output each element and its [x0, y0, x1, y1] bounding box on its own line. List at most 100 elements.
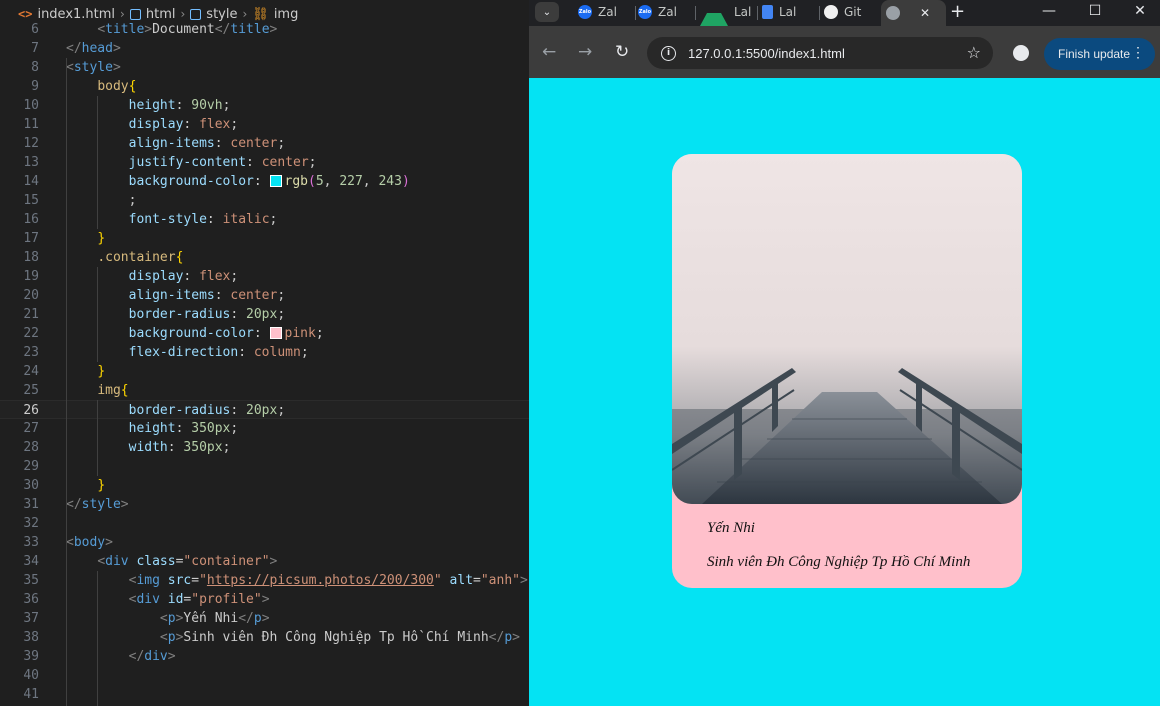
menu-dots-icon[interactable]: ⋮ — [1131, 44, 1145, 61]
code-text[interactable]: display: flex; — [66, 115, 239, 134]
code-line[interactable]: 35 <img src="https://picsum.photos/200/3… — [0, 571, 529, 590]
code-line[interactable]: 30 } — [0, 476, 529, 495]
code-text[interactable]: body{ — [66, 77, 136, 96]
bookmark-star-icon[interactable]: ☆ — [967, 43, 981, 62]
indent-guide — [97, 96, 98, 229]
code-lines[interactable]: 6 <title>Document</title> 7 </head> 8 <style… — [0, 20, 529, 704]
code-text[interactable]: <style> — [66, 58, 121, 77]
browser-tab[interactable]: Lal — [695, 0, 758, 26]
code-text[interactable]: ; — [66, 191, 137, 210]
code-text[interactable]: align-items: center; — [66, 134, 286, 153]
code-text[interactable]: </div> — [66, 647, 176, 666]
code-text[interactable]: border-radius: 20px; — [66, 401, 286, 420]
forward-button[interactable]: → — [578, 42, 592, 62]
line-number: 16 — [23, 212, 39, 227]
code-text[interactable]: justify-content: center; — [66, 153, 317, 172]
code-line[interactable]: 32 — [0, 514, 529, 533]
code-line[interactable]: 39 </div> — [0, 647, 529, 666]
code-line[interactable]: 9 body{ — [0, 77, 529, 96]
browser-tab[interactable]: ✕ — [881, 0, 946, 26]
code-line[interactable]: 41 — [0, 685, 529, 704]
code-line[interactable]: 23 flex-direction: column; — [0, 343, 529, 362]
code-line[interactable]: 37 <p>Yến Nhi</p> — [0, 609, 529, 628]
code-text[interactable]: border-radius: 20px; — [66, 305, 286, 324]
code-line[interactable]: 26 border-radius: 20px; — [0, 400, 529, 419]
code-text[interactable]: <div class="container"> — [66, 552, 277, 571]
browser-tab[interactable]: Zalo Zal — [573, 0, 636, 24]
code-line[interactable]: 28 width: 350px; — [0, 438, 529, 457]
line-number: 6 — [31, 22, 39, 37]
code-text[interactable]: img{ — [66, 381, 128, 400]
code-line[interactable]: 6 <title>Document</title> — [0, 20, 529, 39]
code-line[interactable]: 16 font-style: italic; — [0, 210, 529, 229]
code-line[interactable]: 34 <div class="container"> — [0, 552, 529, 571]
code-line[interactable]: 11 display: flex; — [0, 115, 529, 134]
code-line[interactable]: 22 background-color: pink; — [0, 324, 529, 343]
browser-tab[interactable]: Zalo Zal — [633, 0, 696, 24]
code-text[interactable]: flex-direction: column; — [66, 343, 309, 362]
code-text[interactable]: } — [66, 362, 105, 381]
code-text[interactable]: } — [66, 229, 105, 248]
code-line[interactable]: 7 </head> — [0, 39, 529, 58]
tab-search-button[interactable]: ⌄ — [535, 2, 559, 22]
tab-label: Lal — [779, 5, 797, 19]
line-number: 23 — [23, 345, 39, 360]
code-text[interactable]: background-color: rgb(5, 227, 243) — [66, 172, 410, 191]
maximize-button[interactable]: ☐ — [1085, 3, 1105, 19]
code-text[interactable]: </style> — [66, 495, 129, 514]
code-line[interactable]: 40 — [0, 666, 529, 685]
code-text[interactable]: height: 350px; — [66, 419, 239, 438]
code-line[interactable]: 38 <p>Sinh viên Đh Công Nghiệp Tp Hồ Chí… — [0, 628, 529, 647]
code-text[interactable]: align-items: center; — [66, 286, 286, 305]
code-line[interactable]: 21 border-radius: 20px; — [0, 305, 529, 324]
chevron-right-icon: › — [180, 7, 186, 21]
code-line[interactable]: 13 justify-content: center; — [0, 153, 529, 172]
code-line[interactable]: 8 <style> — [0, 58, 529, 77]
code-line[interactable]: 15 ; — [0, 191, 529, 210]
minimize-button[interactable]: — — [1039, 3, 1059, 19]
close-tab-icon[interactable]: ✕ — [920, 6, 930, 20]
back-button[interactable]: ← — [542, 42, 556, 62]
code-line[interactable]: 27 height: 350px; — [0, 419, 529, 438]
code-line[interactable]: 17 } — [0, 229, 529, 248]
code-text[interactable]: .container{ — [66, 248, 183, 267]
profile-avatar[interactable] — [1013, 45, 1029, 61]
element-icon — [190, 8, 202, 20]
code-text[interactable]: height: 90vh; — [66, 96, 231, 115]
line-number: 9 — [31, 79, 39, 94]
code-text[interactable]: } — [66, 476, 105, 495]
code-line[interactable]: 19 display: flex; — [0, 267, 529, 286]
line-number: 39 — [23, 649, 39, 664]
reload-button[interactable]: ↻ — [615, 42, 629, 62]
code-text[interactable]: display: flex; — [66, 267, 239, 286]
code-line[interactable]: 12 align-items: center; — [0, 134, 529, 153]
code-line[interactable]: 29 — [0, 457, 529, 476]
browser-tab[interactable]: Git — [819, 0, 876, 24]
code-line[interactable]: 14 background-color: rgb(5, 227, 243) — [0, 172, 529, 191]
code-line[interactable]: 36 <div id="profile"> — [0, 590, 529, 609]
code-editor[interactable]: <> index1.html › html › style › ⛓ img 6 … — [0, 0, 529, 706]
code-text[interactable]: <body> — [66, 533, 113, 552]
address-bar[interactable]: i 127.0.0.1:5500/index1.html ☆ — [647, 37, 993, 69]
code-line[interactable]: 18 .container{ — [0, 248, 529, 267]
code-line[interactable]: 31 </style> — [0, 495, 529, 514]
site-info-icon[interactable]: i — [661, 45, 676, 61]
finish-update-label: Finish update — [1058, 47, 1131, 61]
finish-update-button[interactable]: Finish update ⋮ — [1044, 38, 1155, 70]
code-line[interactable]: 24 } — [0, 362, 529, 381]
code-line[interactable]: 33 <body> — [0, 533, 529, 552]
code-text[interactable]: width: 350px; — [66, 438, 231, 457]
code-text[interactable]: <title>Document</title> — [66, 20, 277, 39]
code-text[interactable]: <img src="https://picsum.photos/200/300"… — [66, 571, 528, 590]
code-line[interactable]: 25 img{ — [0, 381, 529, 400]
new-tab-button[interactable]: + — [950, 2, 965, 22]
code-text[interactable]: <p>Sinh viên Đh Công Nghiệp Tp Hồ Chí Mi… — [66, 628, 520, 647]
window-close-button[interactable]: ✕ — [1130, 3, 1150, 19]
line-number: 15 — [23, 193, 39, 208]
code-line[interactable]: 20 align-items: center; — [0, 286, 529, 305]
code-text[interactable]: background-color: pink; — [66, 324, 324, 343]
code-line[interactable]: 10 height: 90vh; — [0, 96, 529, 115]
url-text[interactable]: 127.0.0.1:5500/index1.html — [688, 46, 845, 61]
browser-tab[interactable]: Lal — [757, 0, 820, 24]
code-text[interactable]: </head> — [66, 39, 121, 58]
